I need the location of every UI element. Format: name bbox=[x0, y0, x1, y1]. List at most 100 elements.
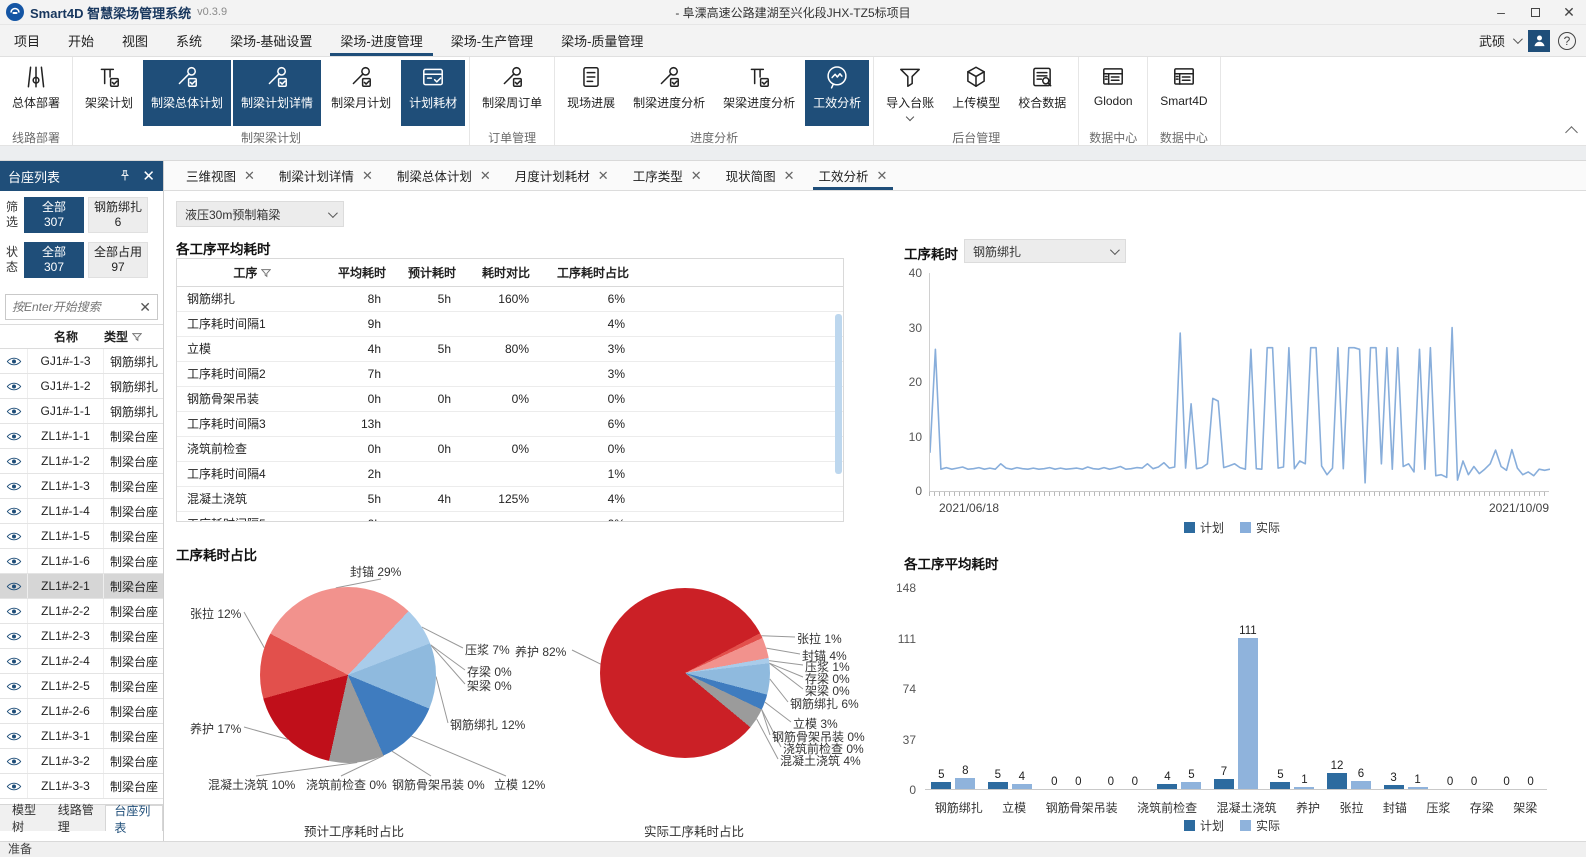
list-item[interactable]: ZL1#-2-3制梁台座 bbox=[0, 624, 163, 649]
eye-icon[interactable] bbox=[6, 756, 22, 767]
ribbon-button[interactable]: 架梁计划 bbox=[77, 60, 141, 126]
ribbon-button[interactable]: 制梁进度分析 bbox=[625, 60, 713, 126]
pin-icon[interactable] bbox=[118, 169, 132, 183]
ribbon-button[interactable]: 现场进展 bbox=[559, 60, 623, 126]
eye-icon[interactable] bbox=[6, 531, 22, 542]
minimize-button[interactable]: – bbox=[1484, 0, 1518, 24]
document-tab[interactable]: 三维视图✕ bbox=[174, 161, 267, 190]
eye-icon[interactable] bbox=[6, 731, 22, 742]
document-tab[interactable]: 月度计划耗材✕ bbox=[503, 161, 621, 190]
close-tab-icon[interactable]: ✕ bbox=[784, 168, 795, 184]
list-item[interactable]: ZL1#-1-4制梁台座 bbox=[0, 499, 163, 524]
eye-icon[interactable] bbox=[6, 481, 22, 492]
bar[interactable] bbox=[1384, 785, 1404, 789]
ribbon-button[interactable]: 计划耗材 bbox=[401, 60, 465, 126]
bar[interactable] bbox=[931, 782, 951, 789]
menu-item[interactable]: 开始 bbox=[54, 25, 108, 56]
list-item[interactable]: ZL1#-2-5制梁台座 bbox=[0, 674, 163, 699]
list-item[interactable]: ZL1#-1-3制梁台座 bbox=[0, 474, 163, 499]
close-tab-icon[interactable]: ✕ bbox=[362, 168, 373, 184]
list-item[interactable]: ZL1#-1-1制梁台座 bbox=[0, 424, 163, 449]
close-tab-icon[interactable]: ✕ bbox=[480, 168, 491, 184]
sidebar-tab[interactable]: 台座列表 bbox=[105, 805, 163, 831]
legend-item[interactable]: 实际 bbox=[1240, 817, 1280, 834]
table-header-cell[interactable]: 平均耗时 bbox=[327, 259, 397, 286]
chevron-down-icon[interactable] bbox=[1513, 34, 1523, 44]
close-tab-icon[interactable]: ✕ bbox=[691, 168, 702, 184]
process-dropdown[interactable]: 钢筋绑扎 bbox=[964, 239, 1126, 263]
filter-button[interactable]: 全部占用97 bbox=[88, 242, 148, 278]
list-item[interactable]: GJ1#-1-3钢筋绑扎 bbox=[0, 349, 163, 374]
list-item[interactable]: ZL1#-2-4制梁台座 bbox=[0, 649, 163, 674]
table-row[interactable]: 钢筋绑扎8h5h160%6% bbox=[177, 286, 843, 311]
table-header-cell[interactable]: 耗时对比 bbox=[467, 259, 545, 286]
table-row[interactable]: 钢筋骨架吊装0h0h0%0% bbox=[177, 386, 843, 411]
eye-icon[interactable] bbox=[6, 356, 22, 367]
ribbon-button[interactable]: 总体部署 bbox=[4, 60, 68, 126]
table-row[interactable]: 工序耗时间隔313h6% bbox=[177, 411, 843, 436]
table-row[interactable]: 混凝土浇筑5h4h125%4% bbox=[177, 486, 843, 511]
ribbon-button[interactable]: 工效分析 bbox=[805, 60, 869, 126]
bar[interactable] bbox=[1294, 787, 1314, 789]
menu-item[interactable]: 系统 bbox=[162, 25, 216, 56]
sidebar-tab[interactable]: 线路管理 bbox=[50, 805, 106, 831]
eye-icon[interactable] bbox=[6, 706, 22, 717]
table-row[interactable]: 工序耗时间隔50h0% bbox=[177, 511, 843, 522]
menu-item[interactable]: 梁场-进度管理 bbox=[326, 25, 436, 56]
table-header-cell[interactable]: 工序 bbox=[177, 259, 327, 286]
eye-icon[interactable] bbox=[6, 631, 22, 642]
ribbon-button[interactable]: Smart4D bbox=[1152, 60, 1215, 126]
eye-icon[interactable] bbox=[6, 656, 22, 667]
pie-actual[interactable] bbox=[600, 588, 770, 758]
eye-icon[interactable] bbox=[6, 681, 22, 692]
clear-search-icon[interactable]: ✕ bbox=[139, 299, 151, 316]
bar[interactable] bbox=[1214, 779, 1234, 789]
list-item[interactable]: ZL1#-3-1制梁台座 bbox=[0, 724, 163, 749]
ribbon-button[interactable]: 制梁计划详情 bbox=[233, 60, 321, 126]
bar[interactable] bbox=[1270, 782, 1290, 789]
list-item[interactable]: ZL1#-1-6制梁台座 bbox=[0, 549, 163, 574]
eye-icon[interactable] bbox=[6, 556, 22, 567]
filter-button[interactable]: 全部307 bbox=[24, 197, 84, 233]
ribbon-button[interactable]: 架梁进度分析 bbox=[715, 60, 803, 126]
table-row[interactable]: 立模4h5h80%3% bbox=[177, 336, 843, 361]
ribbon-button[interactable]: 上传模型 bbox=[944, 60, 1008, 126]
help-icon[interactable]: ? bbox=[1558, 32, 1576, 50]
bar[interactable] bbox=[1351, 781, 1371, 789]
eye-icon[interactable] bbox=[6, 381, 22, 392]
bar[interactable] bbox=[1181, 782, 1201, 789]
ribbon-button[interactable]: 制梁月计划 bbox=[323, 60, 399, 126]
table-scrollbar[interactable] bbox=[835, 314, 842, 474]
list-item[interactable]: ZL1#-1-2制梁台座 bbox=[0, 449, 163, 474]
bar[interactable] bbox=[1238, 638, 1258, 790]
ribbon-button[interactable]: 制梁周订单 bbox=[474, 60, 550, 126]
sidebar-tab[interactable]: 模型树 bbox=[4, 805, 50, 831]
filter-icon[interactable] bbox=[261, 268, 271, 278]
beam-type-dropdown[interactable]: 液压30m预制箱梁 bbox=[176, 201, 344, 227]
current-user[interactable]: 武硕 bbox=[1479, 31, 1505, 50]
menu-item[interactable]: 梁场-基础设置 bbox=[216, 25, 326, 56]
bar[interactable] bbox=[988, 782, 1008, 789]
eye-icon[interactable] bbox=[6, 606, 22, 617]
eye-icon[interactable] bbox=[6, 431, 22, 442]
menu-item[interactable]: 项目 bbox=[0, 25, 54, 56]
menu-item[interactable]: 视图 bbox=[108, 25, 162, 56]
bar[interactable] bbox=[1157, 784, 1177, 790]
close-tab-icon[interactable]: ✕ bbox=[244, 168, 255, 184]
collapse-ribbon-icon[interactable] bbox=[1565, 126, 1578, 139]
pie-predicted[interactable] bbox=[260, 587, 436, 763]
close-button[interactable]: ✕ bbox=[1552, 0, 1586, 24]
table-header-cell[interactable]: 工序耗时占比 bbox=[545, 259, 641, 286]
table-row[interactable]: 工序耗时间隔19h4% bbox=[177, 311, 843, 336]
document-tab[interactable]: 现状简图✕ bbox=[714, 161, 807, 190]
document-tab[interactable]: 工效分析✕ bbox=[807, 161, 900, 190]
column-type[interactable]: 类型 bbox=[104, 328, 128, 345]
list-item[interactable]: ZL1#-2-1制梁台座 bbox=[0, 574, 163, 599]
close-tab-icon[interactable]: ✕ bbox=[877, 168, 888, 184]
filter-icon[interactable] bbox=[132, 332, 142, 342]
menu-item[interactable]: 梁场-质量管理 bbox=[547, 25, 657, 56]
ribbon-button[interactable]: 导入台账 bbox=[878, 60, 942, 126]
eye-icon[interactable] bbox=[6, 406, 22, 417]
ribbon-button[interactable]: 制梁总体计划 bbox=[143, 60, 231, 126]
avatar[interactable] bbox=[1528, 30, 1550, 52]
